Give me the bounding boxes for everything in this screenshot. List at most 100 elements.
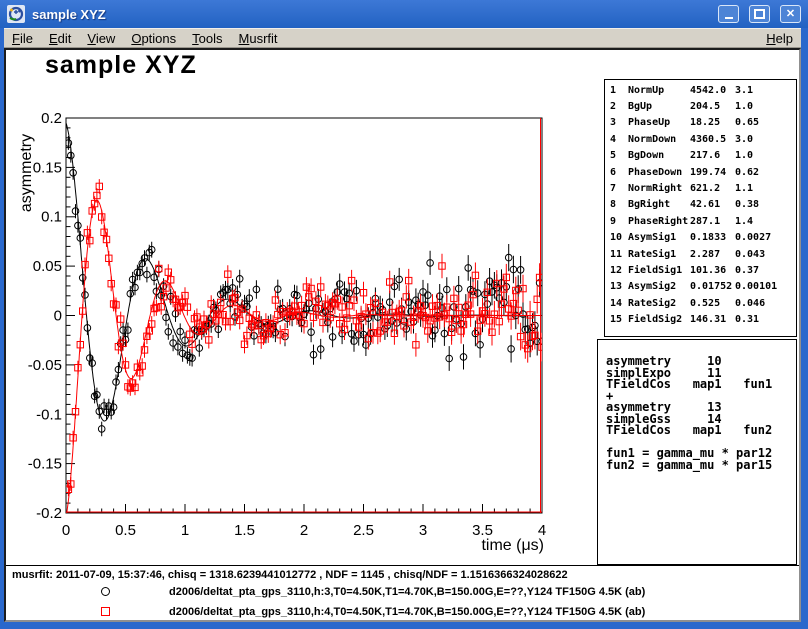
svg-text:3: 3	[419, 522, 427, 539]
param-name: BgRight	[628, 199, 690, 210]
theory-panel: asymmetry 10 simplExpo 11 TFieldCos map1…	[597, 339, 797, 565]
plot-canvas[interactable]: 00.511.522.533.540.20.150.10.050-0.05-0.…	[6, 50, 602, 562]
legend-row-1: d2006/deltat_pta_gps_3110,h:3,T0=4.50K,T…	[6, 586, 799, 600]
param-row: 12FieldSig1101.360.37	[605, 262, 796, 278]
fit-status-line: musrfit: 2011-07-09, 15:37:46, chisq = 1…	[12, 569, 568, 581]
param-row: 2BgUp204.51.0	[605, 98, 796, 114]
param-err: 0.31	[735, 314, 796, 325]
param-name: FieldSig2	[628, 314, 690, 325]
param-err: 3.0	[735, 134, 796, 145]
param-name: RateSig2	[628, 298, 690, 309]
svg-text:2: 2	[300, 522, 308, 539]
maximize-button[interactable]	[749, 5, 770, 23]
param-row: 7NormRight621.21.1	[605, 180, 796, 196]
param-err: 1.0	[735, 101, 796, 112]
menu-view[interactable]: View	[79, 30, 123, 47]
svg-text:-0.15: -0.15	[28, 456, 62, 473]
param-row: 9PhaseRight287.11.4	[605, 213, 796, 229]
param-name: PhaseDown	[628, 167, 690, 178]
fit-parameters-panel: 1NormUp4542.03.12BgUp204.51.0 3PhaseUp18.…	[604, 79, 797, 337]
param-no: 9	[605, 216, 628, 227]
param-err: 0.38	[735, 199, 796, 210]
param-row: 4NormDown4360.53.0	[605, 131, 796, 147]
param-no: 8	[605, 199, 628, 210]
param-err: 0.62	[735, 167, 796, 178]
param-err: 0.37	[735, 265, 796, 276]
menu-edit[interactable]: Edit	[41, 30, 79, 47]
param-no: 12	[605, 265, 628, 276]
svg-text:1.5: 1.5	[234, 522, 255, 539]
menu-tools[interactable]: Tools	[184, 30, 230, 47]
param-val: 4360.5	[690, 134, 735, 145]
param-no: 11	[605, 249, 628, 260]
param-name: BgDown	[628, 150, 690, 161]
param-no: 6	[605, 167, 628, 178]
param-name: NormRight	[628, 183, 690, 194]
titlebar[interactable]: sample XYZ ✕	[0, 0, 808, 28]
menu-options[interactable]: Options	[123, 30, 184, 47]
param-err: 3.1	[735, 85, 796, 96]
param-err: 0.0027	[735, 232, 796, 243]
svg-text:-0.2: -0.2	[36, 505, 62, 522]
param-name: NormUp	[628, 85, 690, 96]
maximize-icon	[754, 9, 765, 19]
param-name: NormDown	[628, 134, 690, 145]
svg-text:2.5: 2.5	[353, 522, 374, 539]
param-name: PhaseRight	[628, 216, 690, 227]
close-icon: ✕	[786, 9, 795, 20]
param-val: 0.01752	[690, 281, 735, 292]
canvas-divider	[6, 565, 799, 566]
param-name: BgUp	[628, 101, 690, 112]
param-row: 1NormUp4542.03.1	[605, 82, 796, 98]
param-row: 8BgRight42.610.38	[605, 197, 796, 213]
minimize-button[interactable]	[718, 5, 739, 23]
legend-label: d2006/deltat_pta_gps_3110,h:3,T0=4.50K,T…	[169, 586, 645, 598]
close-button[interactable]: ✕	[780, 5, 801, 23]
svg-text:time (μs): time (μs)	[481, 537, 544, 554]
svg-text:0.2: 0.2	[41, 110, 62, 127]
param-row: 10AsymSig10.18330.0027	[605, 230, 796, 246]
menu-file[interactable]: File	[4, 30, 41, 47]
param-val: 2.287	[690, 249, 735, 260]
legend-circle-marker	[101, 587, 110, 596]
param-row: 13AsymSig20.017520.00101	[605, 279, 796, 295]
param-err: 0.65	[735, 117, 796, 128]
plot-data	[65, 123, 545, 517]
param-err: 0.00101	[735, 281, 796, 292]
param-val: 0.525	[690, 298, 735, 309]
param-val: 621.2	[690, 183, 735, 194]
param-no: 13	[605, 281, 628, 292]
theory-text: asymmetry 10 simplExpo 11 TFieldCos map1…	[598, 340, 796, 471]
menu-musrfit[interactable]: Musrfit	[231, 30, 286, 47]
root-canvas[interactable]: sample XYZ 00.511.522.533.540.20.150.10.…	[4, 48, 801, 622]
param-val: 287.1	[690, 216, 735, 227]
param-no: 1	[605, 85, 628, 96]
param-name: FieldSig1	[628, 265, 690, 276]
param-err: 0.046	[735, 298, 796, 309]
svg-text:-0.05: -0.05	[28, 357, 62, 374]
param-err: 1.4	[735, 216, 796, 227]
param-row: 5BgDown217.61.0	[605, 148, 796, 164]
param-name: AsymSig1	[628, 232, 690, 243]
svg-text:0.1: 0.1	[41, 209, 62, 226]
param-name: AsymSig2	[628, 281, 690, 292]
param-val: 18.25	[690, 117, 735, 128]
param-val: 42.61	[690, 199, 735, 210]
param-no: 3	[605, 117, 628, 128]
menu-help[interactable]: Help	[758, 30, 801, 47]
param-row: 11RateSig12.2870.043	[605, 246, 796, 262]
param-err: 1.0	[735, 150, 796, 161]
param-row: 14RateSig20.5250.046	[605, 295, 796, 311]
legend-row-2: d2006/deltat_pta_gps_3110,h:4,T0=4.50K,T…	[6, 606, 799, 620]
param-val: 204.5	[690, 101, 735, 112]
svg-text:0.05: 0.05	[33, 258, 62, 275]
svg-text:1: 1	[181, 522, 189, 539]
root-app-icon	[7, 5, 25, 23]
param-no: 14	[605, 298, 628, 309]
param-row: 6PhaseDown199.740.62	[605, 164, 796, 180]
param-val: 0.1833	[690, 232, 735, 243]
param-val: 217.6	[690, 150, 735, 161]
param-name: PhaseUp	[628, 117, 690, 128]
param-no: 15	[605, 314, 628, 325]
param-val: 101.36	[690, 265, 735, 276]
